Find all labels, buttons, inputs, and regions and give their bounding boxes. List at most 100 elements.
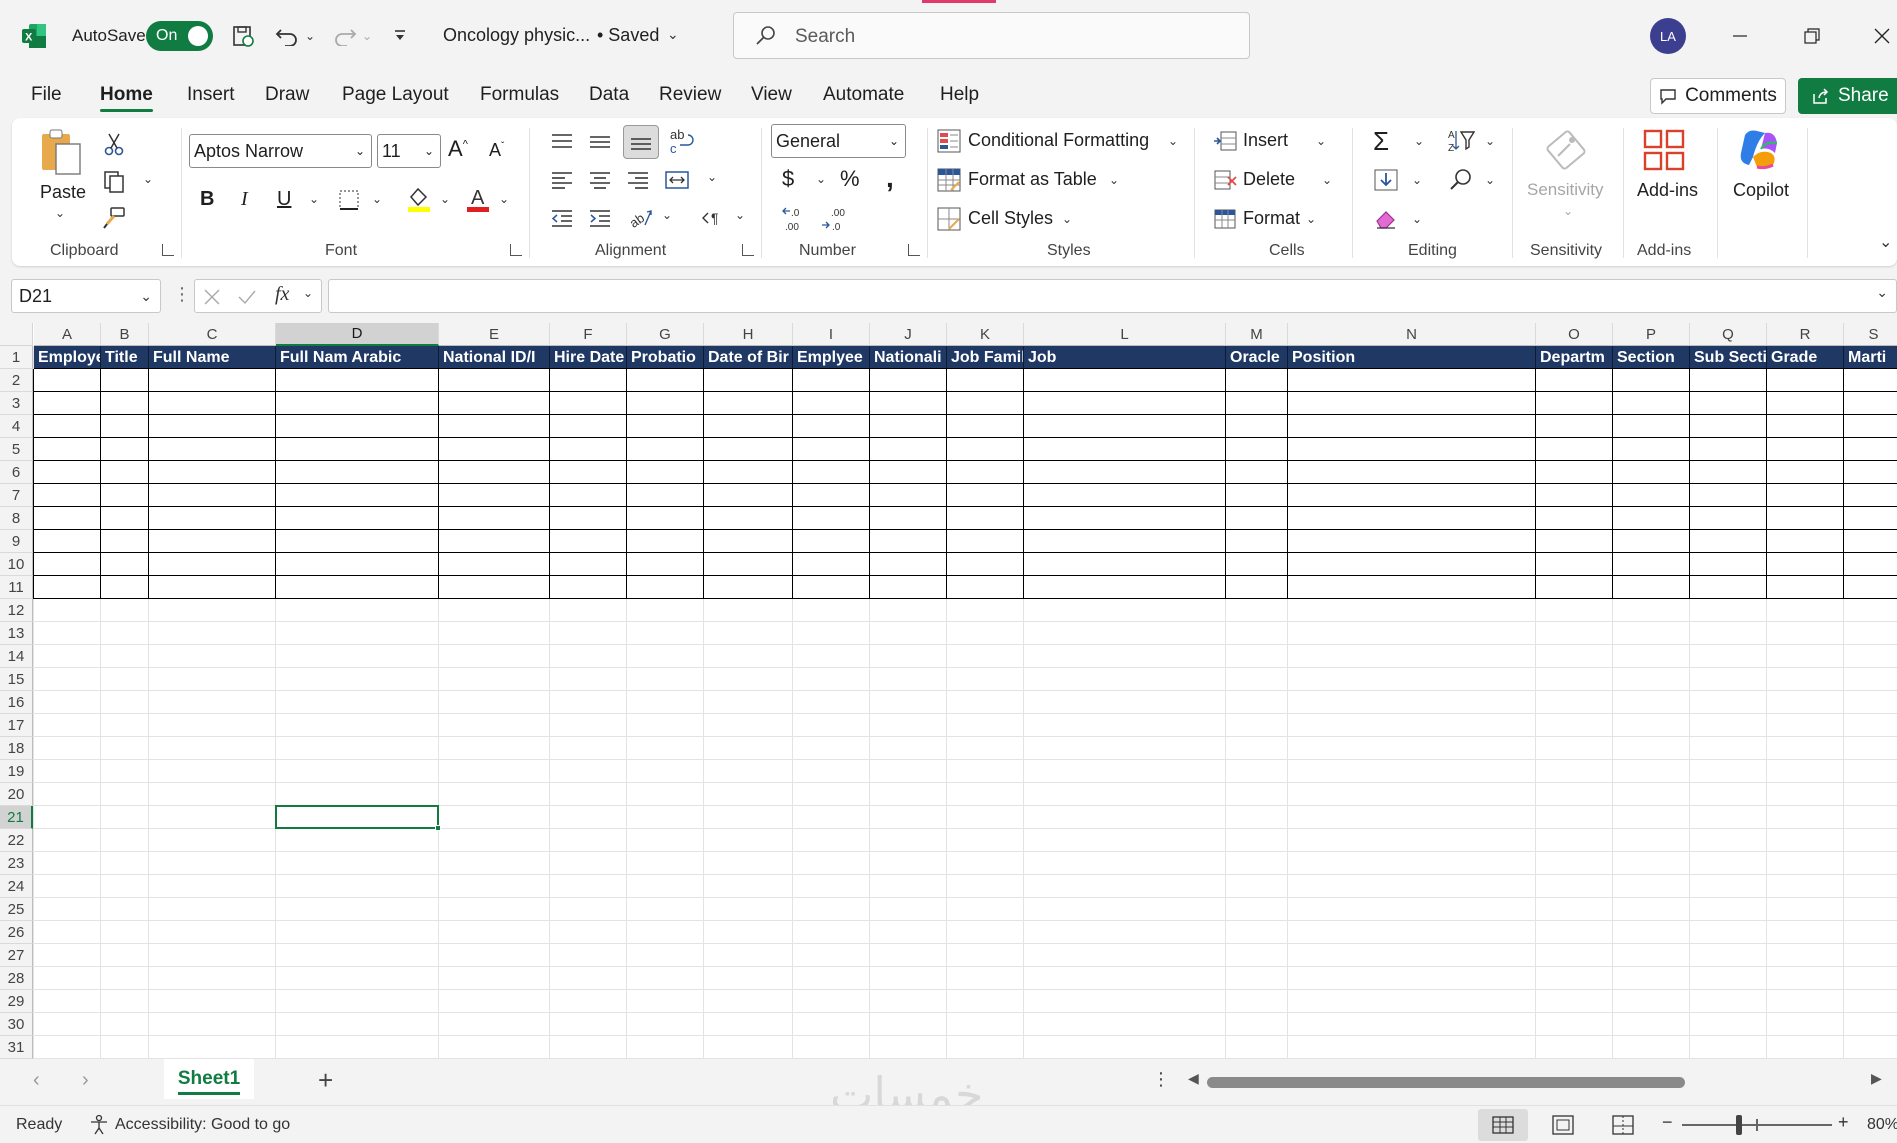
copilot-icon[interactable] — [1734, 126, 1782, 172]
header-cell-g[interactable]: Probatio — [627, 346, 704, 369]
comments-button[interactable]: Comments — [1650, 78, 1786, 114]
selected-cell[interactable] — [275, 805, 441, 831]
header-cell-j[interactable]: Nationali — [870, 346, 947, 369]
paste-icon[interactable] — [38, 128, 84, 178]
row-header-13[interactable]: 13 — [0, 622, 33, 645]
column-header-f[interactable]: F — [550, 323, 627, 346]
paste-chevron-icon[interactable]: ⌄ — [55, 206, 65, 220]
column-header-j[interactable]: J — [870, 323, 947, 346]
copy-icon[interactable] — [100, 168, 128, 196]
format-cells-chevron-icon[interactable]: ⌄ — [1306, 212, 1316, 226]
underline-button[interactable]: U — [277, 188, 291, 211]
row-header-11[interactable]: 11 — [0, 576, 33, 599]
underline-chevron-icon[interactable]: ⌄ — [309, 192, 319, 206]
format-cells-label[interactable]: Format — [1243, 208, 1300, 229]
row-header-21[interactable]: 21 — [0, 806, 33, 829]
font-color-chevron-icon[interactable]: ⌄ — [499, 192, 509, 206]
redo-chevron-icon[interactable]: ⌄ — [360, 20, 374, 52]
insert-cells-chevron-icon[interactable]: ⌄ — [1316, 134, 1326, 148]
column-header-o[interactable]: O — [1536, 323, 1613, 346]
row-header-10[interactable]: 10 — [0, 553, 33, 576]
prev-sheet-chevron-icon[interactable]: ‹ — [33, 1069, 40, 1092]
column-header-p[interactable]: P — [1613, 323, 1690, 346]
add-sheet-icon[interactable]: + — [318, 1065, 333, 1096]
column-header-c[interactable]: C — [149, 323, 276, 346]
tab-formulas[interactable]: Formulas — [480, 84, 559, 106]
column-header-r[interactable]: R — [1767, 323, 1844, 346]
enter-icon[interactable] — [237, 288, 257, 306]
row-header-4[interactable]: 4 — [0, 415, 33, 438]
delete-cells-label[interactable]: Delete — [1243, 169, 1295, 190]
row-header-23[interactable]: 23 — [0, 852, 33, 875]
font-name-select[interactable]: Aptos Narrow ⌄ — [189, 134, 372, 168]
header-cell-o[interactable]: Departm — [1536, 346, 1613, 369]
tab-help[interactable]: Help — [940, 84, 979, 106]
delete-cells-icon[interactable] — [1212, 167, 1238, 193]
align-middle-icon[interactable] — [585, 128, 615, 156]
column-header-e[interactable]: E — [439, 323, 550, 346]
font-launcher-icon[interactable] — [510, 244, 522, 256]
cut-icon[interactable] — [100, 130, 128, 158]
insert-function-icon[interactable]: fx — [275, 283, 289, 306]
fill-color-icon[interactable] — [405, 184, 433, 214]
zoom-in-icon[interactable]: + — [1838, 1112, 1849, 1133]
row-header-16[interactable]: 16 — [0, 691, 33, 714]
row-header-8[interactable]: 8 — [0, 507, 33, 530]
header-cell-k[interactable]: Job Famil — [947, 346, 1024, 369]
row-header-17[interactable]: 17 — [0, 714, 33, 737]
tab-insert[interactable]: Insert — [187, 84, 235, 106]
zoom-out-icon[interactable]: − — [1662, 1112, 1673, 1133]
comma-style-icon[interactable]: , — [886, 162, 894, 194]
column-header-n[interactable]: N — [1288, 323, 1536, 346]
borders-chevron-icon[interactable]: ⌄ — [372, 192, 382, 206]
scroll-right-icon[interactable]: ▶ — [1871, 1070, 1882, 1087]
customize-qat-icon[interactable] — [390, 20, 410, 52]
fill-handle[interactable] — [435, 825, 441, 831]
row-header-18[interactable]: 18 — [0, 737, 33, 760]
header-cell-m[interactable]: Oracle — [1226, 346, 1288, 369]
select-all-corner[interactable] — [0, 323, 33, 346]
align-right-icon[interactable] — [623, 166, 653, 194]
undo-chevron-icon[interactable]: ⌄ — [303, 20, 317, 52]
zoom-level[interactable]: 80% — [1867, 1116, 1897, 1134]
tab-data[interactable]: Data — [589, 84, 629, 106]
add-ins-button-label[interactable]: Add-ins — [1637, 180, 1698, 201]
merge-center-icon[interactable] — [662, 166, 692, 194]
row-header-5[interactable]: 5 — [0, 438, 33, 461]
column-header-q[interactable]: Q — [1690, 323, 1767, 346]
column-header-d[interactable]: D — [276, 323, 439, 346]
sheet-options-icon[interactable]: ⋮ — [1152, 1069, 1170, 1090]
column-header-i[interactable]: I — [793, 323, 870, 346]
number-launcher-icon[interactable] — [908, 244, 920, 256]
ribbon-collapse-chevron-icon[interactable]: ⌄ — [1879, 232, 1892, 252]
header-cell-r[interactable]: Grade — [1767, 346, 1844, 369]
find-select-icon[interactable] — [1446, 166, 1476, 194]
formula-bar-menu-icon[interactable]: ⋮ — [173, 284, 191, 305]
sheet-tab-sheet1[interactable]: Sheet1 — [164, 1059, 254, 1099]
accessibility-icon[interactable] — [88, 1114, 110, 1136]
align-bottom-icon[interactable] — [623, 125, 659, 159]
page-break-view-icon[interactable] — [1598, 1109, 1648, 1141]
sort-filter-icon[interactable]: AZ — [1446, 126, 1476, 154]
bold-button[interactable]: B — [200, 188, 214, 211]
fill-chevron-icon[interactable]: ⌄ — [1412, 173, 1422, 187]
align-top-icon[interactable] — [547, 128, 577, 156]
column-header-k[interactable]: K — [947, 323, 1024, 346]
close-icon[interactable] — [1862, 16, 1897, 56]
header-cell-d[interactable]: Full Nam Arabic — [276, 346, 439, 369]
column-header-l[interactable]: L — [1024, 323, 1226, 346]
row-header-6[interactable]: 6 — [0, 461, 33, 484]
clipboard-launcher-icon[interactable] — [162, 244, 174, 256]
decrease-font-icon[interactable]: Aˇ — [489, 140, 504, 161]
conditional-formatting-label[interactable]: Conditional Formatting — [968, 130, 1149, 151]
paste-label[interactable]: Paste — [40, 182, 86, 203]
add-ins-icon[interactable] — [1642, 128, 1686, 172]
header-cell-n[interactable]: Position — [1288, 346, 1536, 369]
tab-page-layout[interactable]: Page Layout — [342, 84, 449, 106]
format-as-table-icon[interactable] — [936, 167, 962, 193]
page-layout-view-icon[interactable] — [1538, 1109, 1588, 1141]
cell-styles-chevron-icon[interactable]: ⌄ — [1062, 212, 1072, 226]
header-cell-f[interactable]: Hire Date — [550, 346, 627, 369]
row-header-15[interactable]: 15 — [0, 668, 33, 691]
horizontal-scrollbar-thumb[interactable] — [1207, 1077, 1685, 1088]
